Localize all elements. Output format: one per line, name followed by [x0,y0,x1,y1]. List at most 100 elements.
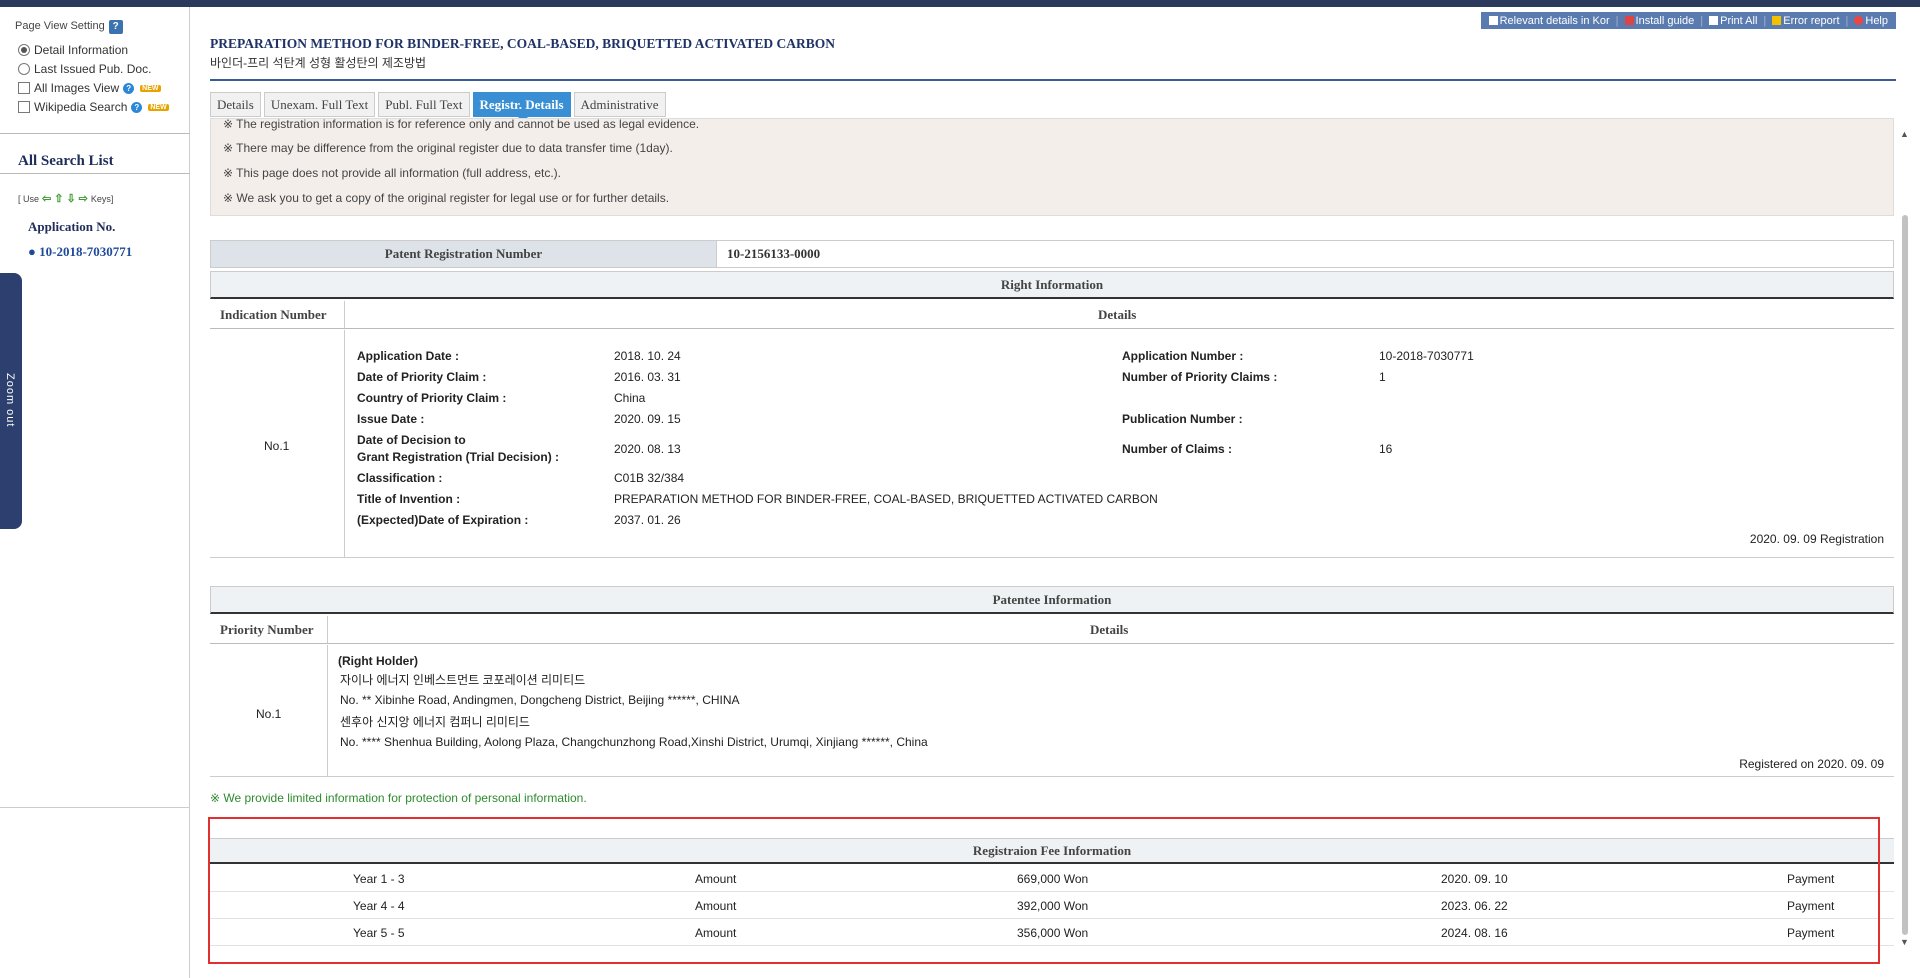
new-badge: NEW [140,84,161,92]
notice-line: ※ There may be difference from the origi… [223,141,673,155]
radio-icon[interactable] [18,44,30,56]
field-label: Title of Invention : [357,492,461,506]
tab-publ-full-text[interactable]: Publ. Full Text [378,92,470,117]
zoom-out-tab[interactable]: Zoom out [0,273,22,529]
title-divider [210,79,1896,81]
option-wikipedia-search[interactable]: Wikipedia Search ? NEW [18,100,169,114]
patentee-line: 자이나 에너지 인베스트먼트 코포레이션 리미티드 [340,673,586,687]
question-icon[interactable]: ? [123,82,135,94]
option-last-issued[interactable]: Last Issued Pub. Doc. [18,62,151,76]
page-view-setting: Page View Setting? [15,20,123,34]
option-label: All Images View [34,81,120,95]
tab-administrative[interactable]: Administrative [573,92,666,117]
keys-hint: [ Use ⇦ ⇧ ⇩ ⇨ Keys] [18,192,113,205]
field-label: Issue Date : [357,412,425,426]
field-value: 10-2018-7030771 [1379,349,1474,363]
translate-icon [1488,15,1498,25]
arrow-right-icon: ⇨ [78,193,88,205]
patentee-column-header: Priority Number Details [210,616,1894,644]
registration-number-value: 10-2156133-0000 [727,246,821,261]
registration-footer: 2020. 09. 09 Registration [1749,532,1884,546]
arrow-up-icon: ⇧ [54,193,64,205]
arrow-left-icon: ⇦ [42,193,52,205]
patentee-information-header: Patentee Information [210,586,1894,614]
scroll-up-icon[interactable]: ▲ [1900,129,1909,139]
toolbar-relevant-details[interactable]: Relevant details in Kor [1488,15,1610,27]
option-detail-information[interactable]: Detail Information [18,43,128,57]
divider [0,807,190,808]
column-indication-number: Indication Number [220,307,327,322]
priority-number: No.1 [256,707,282,721]
column-details: Details [1090,622,1129,637]
keys-hint-prefix: [ Use [18,193,40,204]
field-label: Country of Priority Claim : [357,391,507,405]
field-label: Application Number : [1122,349,1244,363]
field-label: Date of Priority Claim : [357,370,487,384]
field-value: 2018. 10. 24 [614,349,681,363]
tab-bar: Details Unexam. Full Text Publ. Full Tex… [210,92,666,122]
left-sidebar: Page View Setting? Detail Information La… [0,7,190,978]
divider [0,173,190,174]
right-info-column-header: Indication Number Details [210,301,1894,329]
toolbar-error-report[interactable]: Error report [1772,15,1840,27]
field-value: 16 [1379,442,1393,456]
top-toolbar: Relevant details in Kor | Install guide … [1480,12,1896,29]
scroll-down-icon[interactable]: ▼ [1900,937,1909,947]
tab-registr-details[interactable]: Registr. Details [472,92,571,122]
all-search-list-title: All Search List [18,153,114,169]
field-label: Application Date : [357,349,460,363]
option-label: Last Issued Pub. Doc. [34,62,152,76]
arrow-down-icon: ⇩ [66,193,76,205]
field-label: Date of Decision to [357,433,466,447]
keys-hint-suffix: Keys] [90,193,114,204]
zoom-out-label: Zoom out [4,373,16,428]
page-view-setting-label: Page View Setting [15,20,105,32]
vertical-scrollbar[interactable]: ▲ ▼ [1898,125,1912,955]
help-icon [1854,15,1864,25]
fee-highlight-box [208,817,1880,964]
tab-details[interactable]: Details [210,92,261,117]
notice-line: ※ The registration information is for re… [223,117,700,131]
application-no-label: Application No. [28,219,116,234]
divider [0,133,190,134]
application-no-link[interactable]: ● 10-2018-7030771 [28,244,132,260]
field-label: Number of Priority Claims : [1122,370,1278,384]
toolbar-install-guide[interactable]: Install guide [1624,15,1694,27]
patentee-line: No. **** Shenhua Building, Aolong Plaza,… [340,735,928,749]
pdf-icon [1624,15,1634,25]
warning-icon [1772,15,1782,25]
tab-unexam-full-text[interactable]: Unexam. Full Text [263,92,376,117]
option-label: Detail Information [34,43,129,57]
right-info-row: No.1 Application Date : 2018. 10. 24 Dat… [210,330,1894,558]
field-value: C01B 32/384 [614,471,685,485]
field-label: Publication Number : [1122,412,1243,426]
field-value: 2020. 09. 15 [614,412,681,426]
indication-number: No.1 [264,439,290,453]
main-content: Relevant details in Kor | Install guide … [208,7,1909,978]
privacy-note: ※ We provide limited information for pro… [210,791,587,805]
field-value: 2016. 03. 31 [614,370,681,384]
checkbox-icon[interactable] [18,101,30,113]
right-holder-label: (Right Holder) [338,654,418,668]
new-badge: NEW [148,103,169,111]
question-icon[interactable]: ? [131,101,143,113]
toolbar-help[interactable]: Help [1854,15,1888,27]
help-icon[interactable]: ? [108,20,123,34]
radio-icon[interactable] [18,63,30,75]
field-value: 2037. 01. 26 [614,513,681,527]
field-label: Number of Claims : [1122,442,1233,456]
print-icon [1709,15,1719,25]
right-information-header: Right Information [210,271,1894,299]
top-bar [0,0,1920,7]
notice-box: ※ The registration information is for re… [210,117,1894,216]
application-no-value[interactable]: 10-2018-7030771 [39,244,132,259]
notice-line: ※ This page does not provide all informa… [223,166,562,180]
registration-number-row: Patent Registration Number 10-2156133-00… [210,240,1894,268]
checkbox-icon[interactable] [18,82,30,94]
option-all-images[interactable]: All Images View ? NEW [18,81,161,95]
toolbar-print-all[interactable]: Print All [1709,15,1757,27]
scrollbar-thumb[interactable] [1902,215,1908,935]
field-label: Classification : [357,471,443,485]
page-title: PREPARATION METHOD FOR BINDER-FREE, COAL… [210,36,835,51]
registration-number-label: Patent Registration Number [211,241,717,267]
